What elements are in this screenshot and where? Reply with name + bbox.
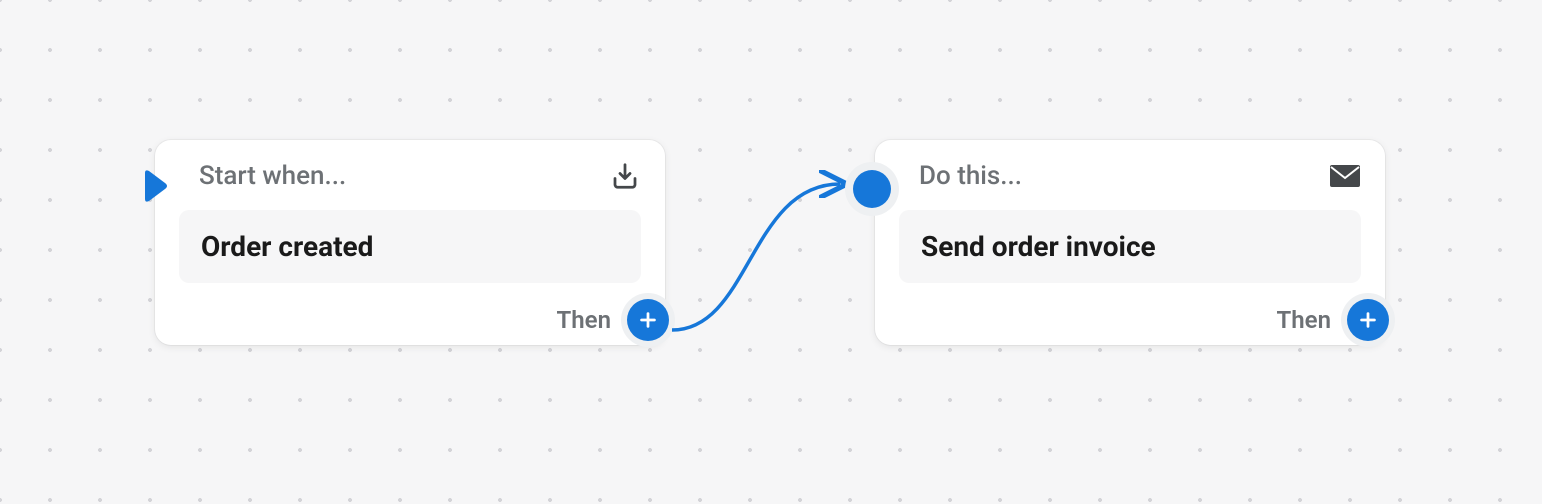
add-step-button[interactable]: [1347, 299, 1389, 341]
add-step-button[interactable]: [627, 299, 669, 341]
node-input-dot[interactable]: [853, 170, 891, 208]
action-node-header: Do this...: [899, 160, 1361, 192]
action-content[interactable]: Send order invoice: [899, 210, 1361, 283]
play-icon: [141, 166, 171, 206]
action-header-label: Do this...: [919, 161, 1022, 191]
trigger-node-footer: Then: [179, 299, 665, 345]
action-footer-label: Then: [1277, 306, 1331, 334]
workflow-canvas[interactable]: Start when... Order created Then: [0, 0, 1542, 504]
trigger-node[interactable]: Start when... Order created Then: [155, 140, 665, 345]
envelope-icon: [1329, 160, 1361, 192]
action-node[interactable]: Do this... Send order invoice Then: [875, 140, 1385, 345]
connector-arrow: [660, 140, 880, 360]
trigger-node-header: Start when...: [179, 160, 641, 192]
trigger-content[interactable]: Order created: [179, 210, 641, 283]
trigger-header-label: Start when...: [199, 161, 346, 191]
action-node-footer: Then: [899, 299, 1385, 345]
import-icon: [609, 160, 641, 192]
trigger-footer-label: Then: [557, 306, 611, 334]
